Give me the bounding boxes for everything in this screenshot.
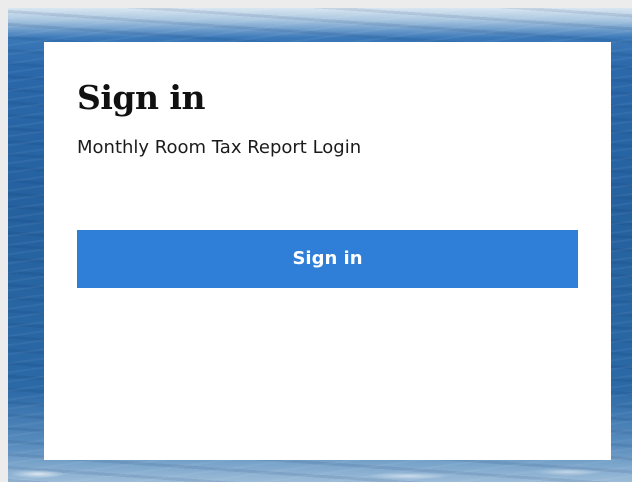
wave-foam <box>8 460 632 482</box>
sign-in-button[interactable]: Sign in <box>77 230 578 288</box>
page-subtitle: Monthly Room Tax Report Login <box>77 137 362 158</box>
login-card: Sign in Monthly Room Tax Report Login Si… <box>44 42 611 460</box>
page-title: Sign in <box>77 78 205 117</box>
